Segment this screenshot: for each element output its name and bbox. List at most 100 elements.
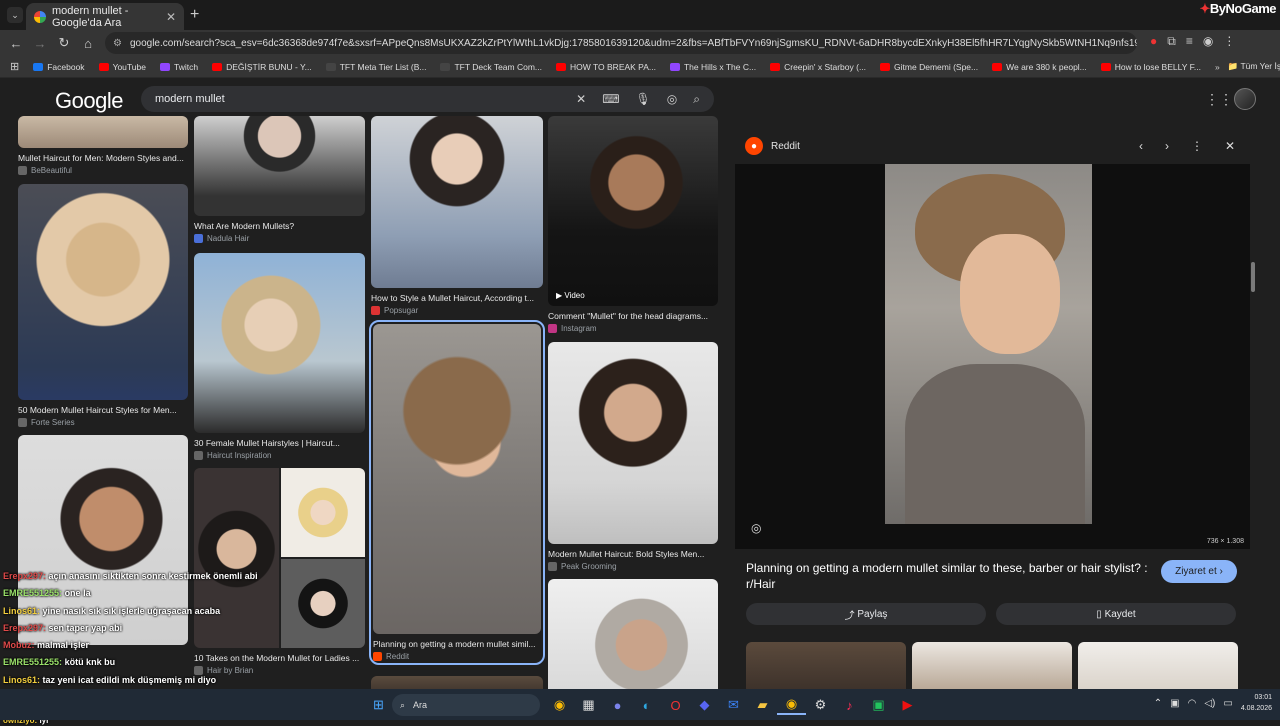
result-source[interactable]: Instagram: [548, 324, 718, 333]
result-image[interactable]: [194, 253, 365, 433]
bookmark-item[interactable]: TFT Meta Tier List (B...: [325, 62, 426, 72]
mic-icon[interactable]: 🎙: [636, 92, 651, 107]
app-icon[interactable]: ▣: [864, 695, 893, 715]
tiktok-icon[interactable]: ♪: [835, 695, 864, 715]
close-panel-icon[interactable]: ✕: [1225, 139, 1235, 153]
result-source[interactable]: Nadula Hair: [194, 234, 365, 243]
image-result-selected[interactable]: Planning on getting a modern mullet simi…: [369, 320, 545, 665]
file-explorer-icon[interactable]: ▦: [574, 695, 603, 715]
bookmark-item[interactable]: Twitch: [159, 62, 198, 72]
image-result[interactable]: How to Style a Mullet Haircut, According…: [371, 116, 543, 315]
media-player-icon[interactable]: ▶: [893, 695, 922, 715]
image-result[interactable]: 30 Female Mullet Hairstyles | Haircut...…: [194, 253, 365, 460]
result-image[interactable]: [371, 116, 543, 288]
result-source[interactable]: Popsugar: [371, 306, 543, 315]
bookmark-item[interactable]: Creepin' x Starboy (...: [770, 62, 866, 72]
bookmark-item[interactable]: YouTube: [98, 62, 146, 72]
extension-opera-icon[interactable]: ●: [1150, 34, 1157, 49]
related-image[interactable]: [1078, 642, 1238, 689]
bookmark-item[interactable]: We are 380 k peopl...: [992, 62, 1087, 72]
result-image[interactable]: [548, 342, 718, 544]
result-caption[interactable]: Comment "Mullet" for the head diagrams..…: [548, 311, 718, 321]
visit-button[interactable]: Ziyaret et ›: [1161, 560, 1237, 583]
result-image[interactable]: [373, 324, 541, 634]
image-result[interactable]: [548, 579, 718, 689]
tab-search-button[interactable]: ⌄: [7, 7, 23, 23]
bookmark-item[interactable]: Facebook: [33, 62, 85, 72]
image-result[interactable]: [371, 676, 543, 689]
forward-icon[interactable]: →: [28, 36, 52, 51]
more-bookmarks-icon[interactable]: »: [1215, 62, 1220, 72]
tray-app-icon[interactable]: ▣: [1170, 698, 1179, 709]
panel-site-name[interactable]: Reddit: [771, 141, 800, 152]
result-source[interactable]: Haircut Inspiration: [194, 451, 365, 460]
avatar[interactable]: [1234, 88, 1256, 110]
image-result[interactable]: Modern Mullet Haircut: Bold Styles Men..…: [548, 342, 718, 571]
apps-grid-icon[interactable]: ⊞: [10, 60, 19, 73]
result-caption[interactable]: Modern Mullet Haircut: Bold Styles Men..…: [548, 549, 718, 559]
lens-icon[interactable]: ◎: [667, 92, 677, 107]
close-tab-icon[interactable]: ✕: [166, 10, 176, 24]
search-icon[interactable]: ⌕: [693, 92, 700, 107]
image-result[interactable]: 50 Modern Mullet Haircut Styles for Men.…: [18, 184, 188, 427]
profile-icon[interactable]: ◉: [1203, 34, 1213, 49]
keyboard-icon[interactable]: ⌨: [602, 92, 619, 107]
image-viewer[interactable]: ◎ 736 × 1.308: [735, 164, 1250, 549]
search-box[interactable]: modern mullet ✕ ⌨ 🎙 ◎ ⌕: [141, 86, 714, 112]
result-source[interactable]: Reddit: [373, 652, 541, 661]
taskbar-search[interactable]: ⌕ Ara: [392, 694, 540, 716]
active-tab[interactable]: modern mullet - Google'da Ara ✕: [26, 3, 184, 30]
bookmark-item[interactable]: The Hills x The C...: [669, 62, 756, 72]
settings-icon[interactable]: ⚙: [806, 695, 835, 715]
related-image[interactable]: [912, 642, 1072, 689]
bookmark-item[interactable]: TFT Deck Team Com...: [440, 62, 542, 72]
tray-chevron-icon[interactable]: ⌃: [1154, 698, 1162, 709]
image-result[interactable]: ▶ Video Comment "Mullet" for the head di…: [548, 116, 718, 333]
panel-title[interactable]: Planning on getting a modern mullet simi…: [746, 560, 1156, 592]
menu-kebab-icon[interactable]: ⋮: [1223, 34, 1235, 49]
site-info-icon[interactable]: ⚙: [113, 38, 122, 49]
back-icon[interactable]: ←: [4, 36, 28, 51]
clear-icon[interactable]: ✕: [576, 92, 586, 107]
result-caption[interactable]: Planning on getting a modern mullet simi…: [373, 639, 541, 649]
result-caption[interactable]: Mullet Haircut for Men: Modern Styles an…: [18, 153, 188, 163]
panel-scrollbar[interactable]: [1251, 128, 1257, 689]
previous-icon[interactable]: ‹: [1139, 139, 1143, 153]
result-source[interactable]: BeBeautiful: [18, 166, 188, 175]
result-caption[interactable]: 30 Female Mullet Hairstyles | Haircut...: [194, 438, 365, 448]
chrome-icon[interactable]: ◉: [545, 695, 574, 715]
google-logo[interactable]: Google: [55, 88, 123, 114]
image-result[interactable]: What Are Modern Mullets? Nadula Hair: [194, 116, 365, 243]
result-image[interactable]: [18, 116, 188, 148]
bookmark-item[interactable]: How to lose BELLY F...: [1100, 62, 1201, 72]
new-tab-button[interactable]: +: [190, 6, 199, 24]
result-image[interactable]: ▶ Video: [548, 116, 718, 306]
preview-image[interactable]: [885, 164, 1092, 524]
result-caption[interactable]: How to Style a Mullet Haircut, According…: [371, 293, 543, 303]
opera-icon[interactable]: O: [661, 695, 690, 715]
volume-icon[interactable]: ◁): [1204, 698, 1215, 709]
result-image[interactable]: [18, 184, 188, 400]
bookmark-item[interactable]: HOW TO BREAK PA...: [556, 62, 656, 72]
edge-icon[interactable]: ◐: [632, 695, 661, 715]
battery-icon[interactable]: ▭: [1223, 698, 1232, 709]
wifi-icon[interactable]: ◠: [1188, 698, 1197, 709]
chrome-active-icon[interactable]: ◉: [777, 695, 806, 715]
extensions-icon[interactable]: ⧉: [1167, 34, 1176, 49]
windows-start-icon[interactable]: ⊞: [364, 695, 393, 715]
discord-icon[interactable]: ◆: [690, 695, 719, 715]
result-caption[interactable]: 50 Modern Mullet Haircut Styles for Men.…: [18, 405, 188, 415]
address-bar[interactable]: ⚙ google.com/search?sca_esv=6dc36368de97…: [105, 32, 1137, 54]
reload-icon[interactable]: ↻: [52, 35, 76, 51]
result-source[interactable]: Peak Grooming: [548, 562, 718, 571]
search-input[interactable]: modern mullet: [155, 93, 225, 105]
mail-icon[interactable]: ✉: [719, 695, 748, 715]
result-image[interactable]: [194, 116, 365, 216]
result-image[interactable]: [548, 579, 718, 689]
result-caption[interactable]: What Are Modern Mullets?: [194, 221, 365, 231]
all-bookmarks[interactable]: 📁 Tüm Yer İşaretleri: [1228, 61, 1280, 72]
next-icon[interactable]: ›: [1165, 139, 1169, 153]
more-options-icon[interactable]: ⋮: [1191, 139, 1203, 153]
bookmark-item[interactable]: Gitme Dememi (Spe...: [880, 62, 978, 72]
image-result[interactable]: Mullet Haircut for Men: Modern Styles an…: [18, 116, 188, 175]
